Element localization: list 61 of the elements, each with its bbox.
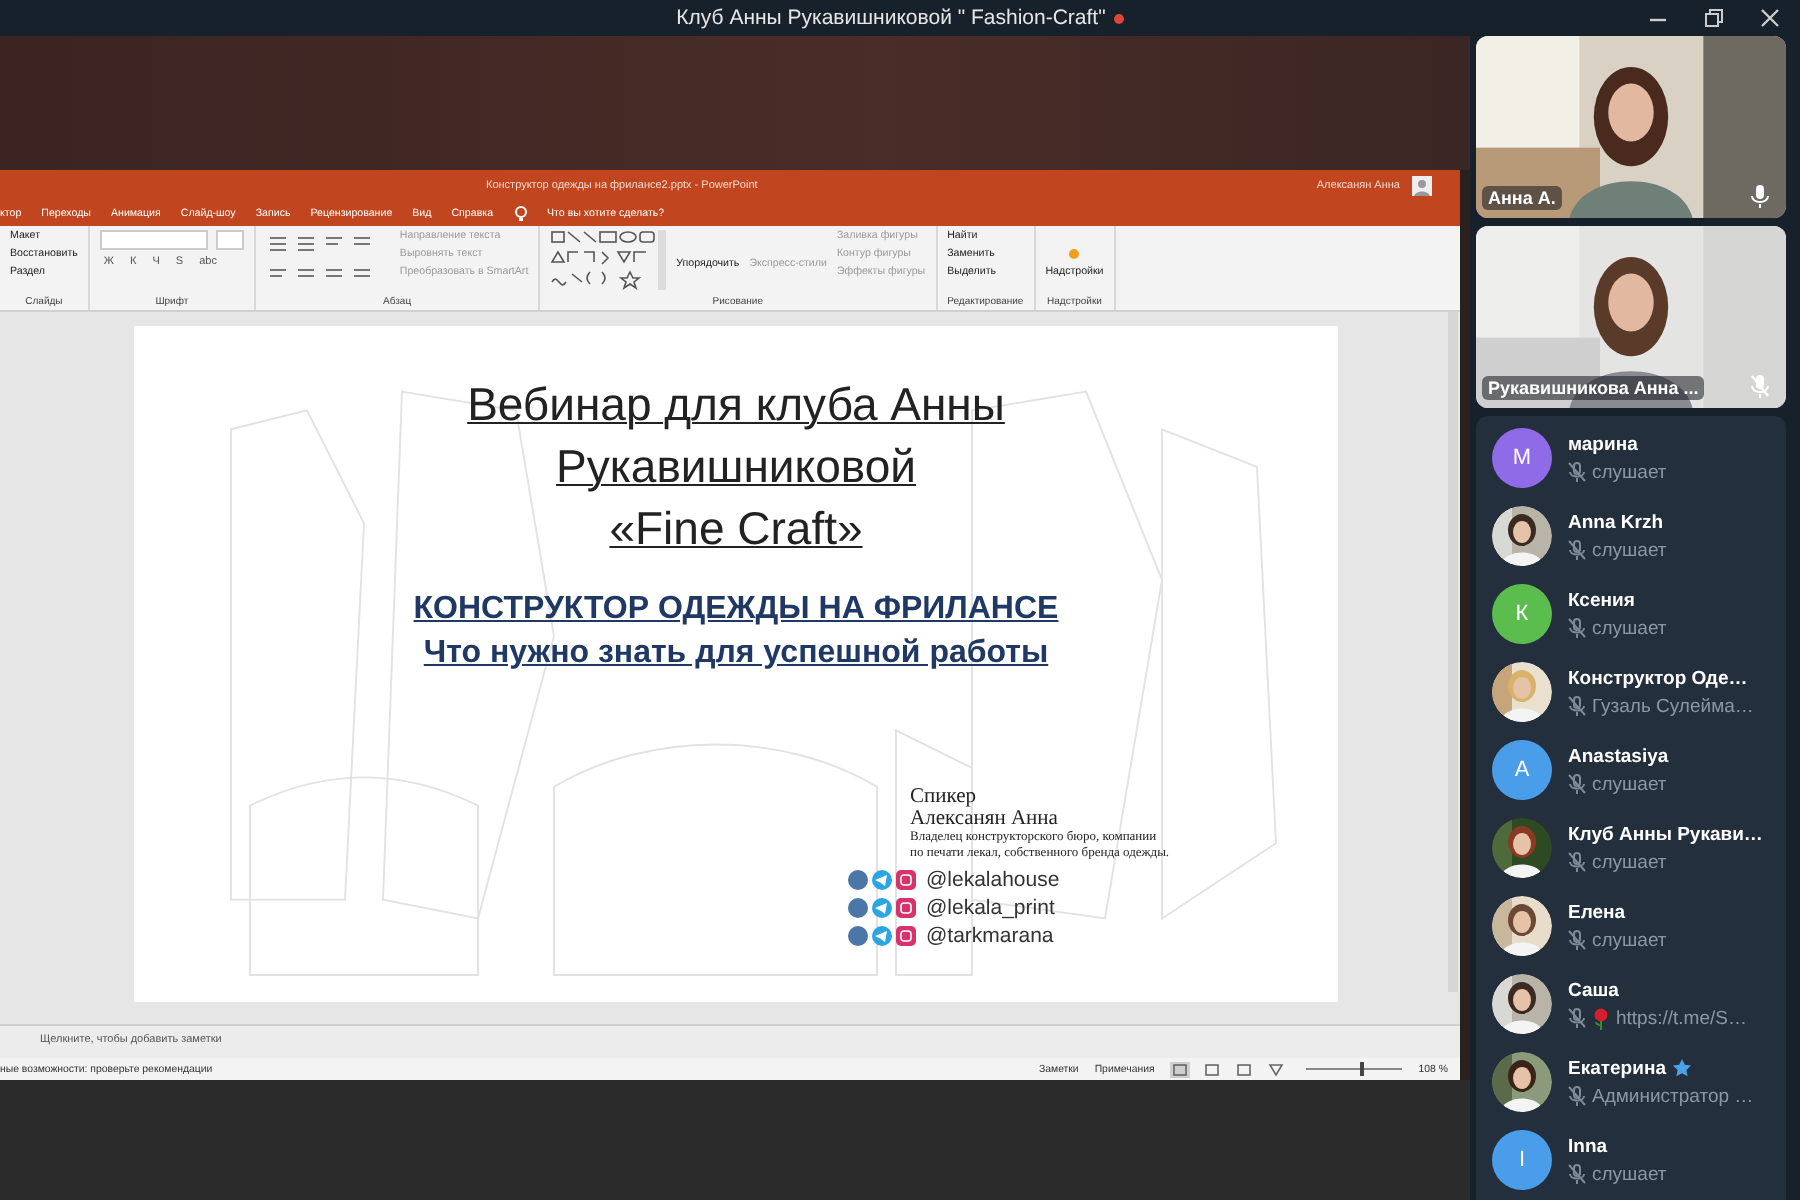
muted-microphone-icon bbox=[1568, 1086, 1586, 1106]
zoom-slider-thumb[interactable] bbox=[1359, 1062, 1364, 1076]
muted-microphone-icon bbox=[1568, 1008, 1586, 1028]
participant-name: Anna Krzh bbox=[1568, 511, 1663, 533]
avatar: А bbox=[1492, 740, 1552, 800]
video-tile[interactable]: Рукавишникова Анна ... bbox=[1476, 226, 1786, 408]
avatar: К bbox=[1492, 584, 1552, 644]
social-icons-drawing bbox=[848, 926, 920, 946]
font-size-field[interactable] bbox=[215, 230, 244, 250]
user-avatar-icon bbox=[1412, 175, 1432, 195]
scrollbar[interactable] bbox=[1448, 312, 1458, 992]
shapes-gallery-icon[interactable] bbox=[550, 230, 667, 290]
participant-status: слушает bbox=[1592, 539, 1667, 561]
social-handle: @lekalahouse bbox=[926, 868, 1060, 892]
participant-name: Конструктор Оде… bbox=[1568, 667, 1748, 689]
social-icons-drawing bbox=[848, 898, 920, 918]
avatar: М bbox=[1492, 428, 1552, 488]
social-handle: @lekala_print bbox=[926, 896, 1055, 920]
window-title: Клуб Анны Рукавишниковой " Fashion-Craft" bbox=[676, 6, 1106, 30]
muted-microphone-icon bbox=[1568, 774, 1586, 794]
social-handle: @tarkmarana bbox=[926, 924, 1054, 948]
participant-status: слушает bbox=[1592, 851, 1667, 873]
participant-status: Гузаль Сулейма… bbox=[1592, 695, 1754, 717]
muted-microphone-icon bbox=[1568, 462, 1586, 482]
participant-status: слушает bbox=[1592, 773, 1667, 795]
participant-name: Anastasiya bbox=[1568, 745, 1669, 767]
participant-name: марина bbox=[1568, 433, 1638, 455]
restore-icon[interactable] bbox=[1704, 8, 1724, 28]
avatar: I bbox=[1492, 1130, 1552, 1190]
participant-status: слушает bbox=[1592, 461, 1667, 483]
participant-name: Клуб Анны Рукави… bbox=[1568, 823, 1763, 845]
participant-name: Ксения bbox=[1568, 589, 1635, 611]
muted-microphone-icon bbox=[1568, 852, 1586, 872]
participant-name: Екатерина bbox=[1568, 1057, 1666, 1079]
addins-icon bbox=[1068, 248, 1081, 260]
slide-heading: КОНСТРУКТОР ОДЕЖДЫ НА ФРИЛАНСЕ bbox=[413, 592, 1059, 628]
slide-title: Вебинар для клуба Анны Рукавишниковой «Fine Craft» bbox=[467, 376, 1005, 558]
participant-name: Рукавишникова Анна ... bbox=[1482, 376, 1705, 400]
participant-status: Администратор … bbox=[1592, 1085, 1754, 1107]
participant-status: слушает bbox=[1592, 617, 1667, 639]
muted-microphone-icon bbox=[1568, 1164, 1586, 1184]
muted-microphone-icon bbox=[1568, 618, 1586, 638]
participant-name: Елена bbox=[1568, 901, 1626, 923]
participant-status: слушает bbox=[1592, 929, 1667, 951]
close-icon[interactable] bbox=[1760, 8, 1780, 28]
muted-microphone-icon bbox=[1568, 930, 1586, 950]
speaker-label: Спикер bbox=[910, 786, 978, 808]
muted-microphone-icon bbox=[1568, 696, 1586, 716]
social-icons-drawing bbox=[848, 870, 920, 890]
participant-name: Анна А. bbox=[1482, 186, 1562, 210]
slide-subheading: Что нужно знать для успешной работы bbox=[423, 636, 1049, 672]
muted-microphone-icon bbox=[1568, 540, 1586, 560]
microphone-icon[interactable] bbox=[1750, 184, 1770, 208]
participant-status: слушает bbox=[1592, 1163, 1667, 1185]
participant-status: https://t.me/S… bbox=[1616, 1007, 1747, 1029]
font-name-field[interactable] bbox=[99, 230, 208, 250]
speaker-name: Алексанян Анна bbox=[910, 808, 1060, 830]
participant-name: Inna bbox=[1568, 1135, 1608, 1157]
lightbulb-icon bbox=[513, 205, 528, 221]
participant-name: Саша bbox=[1568, 979, 1619, 1001]
video-tile[interactable]: Анна А. bbox=[1476, 36, 1786, 218]
